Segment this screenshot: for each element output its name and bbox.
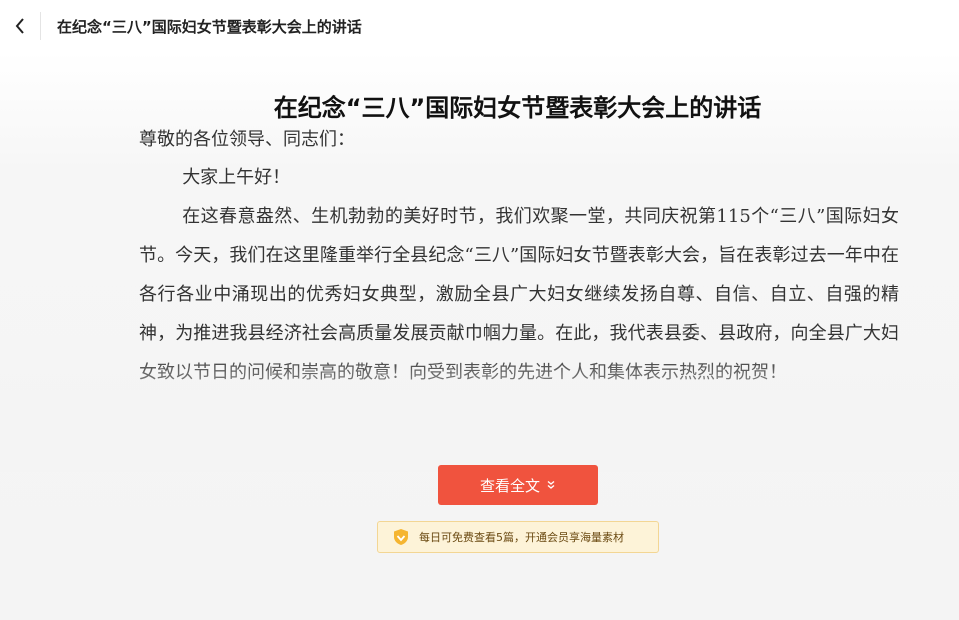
paragraph-text: 在这春意盎然、生机勃勃的美好时节，我们欢聚一堂，共同庆祝第115个“三八”国际妇… [139, 206, 899, 383]
back-button[interactable] [0, 0, 40, 52]
double-chevron-down-icon [546, 480, 556, 490]
chevron-left-icon [15, 18, 24, 34]
vip-shield-icon [392, 528, 410, 546]
salutation-text: 尊敬的各位领导、同志们： [139, 129, 355, 150]
top-bar: 在纪念“三八”国际妇女节暨表彰大会上的讲话 [0, 0, 959, 52]
page-title: 在纪念“三八”国际妇女节暨表彰大会上的讲话 [57, 17, 362, 36]
read-full-button[interactable]: 查看全文 [438, 465, 598, 505]
membership-notice[interactable]: 每日可免费查看5篇，开通会员享海量素材 [377, 521, 659, 553]
document-title: 在纪念“三八”国际妇女节暨表彰大会上的讲话 [273, 94, 762, 122]
read-full-label: 查看全文 [479, 476, 540, 495]
header-divider [40, 12, 41, 40]
document-preview: 在纪念“三八”国际妇女节暨表彰大会上的讲话 尊敬的各位领导、同志们： 大家上午好… [0, 52, 959, 620]
notice-text: 每日可免费查看5篇，开通会员享海量素材 [419, 531, 624, 544]
document-body: 尊敬的各位领导、同志们： 大家上午好！ 在这春意盎然、生机勃勃的美好时节，我们欢… [139, 128, 899, 468]
greeting-text: 大家上午好！ [182, 167, 291, 188]
